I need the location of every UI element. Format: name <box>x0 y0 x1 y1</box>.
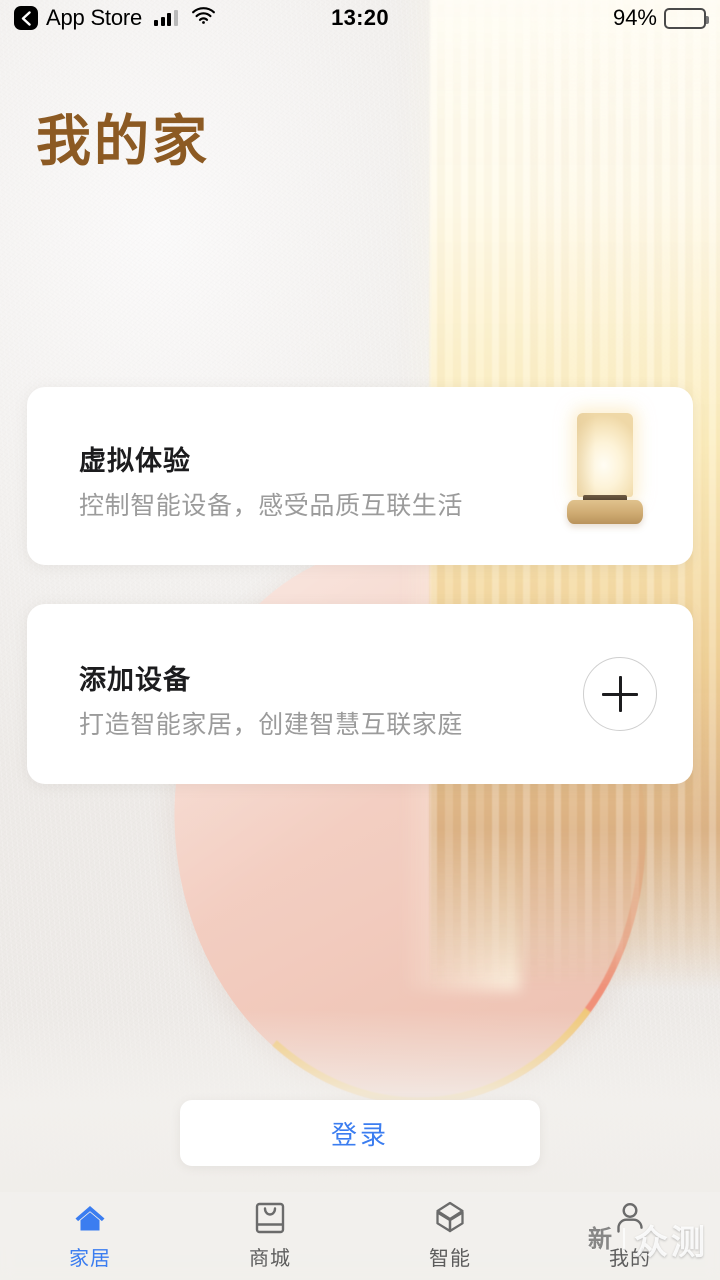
virtual-experience-title: 虚拟体验 <box>79 446 191 476</box>
status-bar-right: 94% <box>612 5 709 31</box>
tab-home[interactable]: 家居 <box>0 1201 180 1271</box>
add-device-subtitle: 打造智能家居，创建智慧互联家庭 <box>79 711 464 740</box>
login-button[interactable]: 登录 <box>180 1100 540 1166</box>
battery-full-icon <box>664 7 709 29</box>
tab-profile-label: 我的 <box>609 1248 651 1270</box>
tab-store-label: 商城 <box>249 1248 291 1270</box>
tab-home-label: 家居 <box>69 1248 111 1270</box>
bottom-tab-bar: 家居 商城 智能 我的 <box>0 1192 720 1280</box>
table-lamp-image <box>559 409 651 527</box>
add-device-title: 添加设备 <box>79 665 191 695</box>
home-icon <box>73 1201 107 1235</box>
cube-icon <box>434 1201 466 1235</box>
add-device-card[interactable]: 添加设备 打造智能家居，创建智慧互联家庭 <box>27 604 693 784</box>
shopping-bag-icon <box>255 1201 285 1235</box>
virtual-experience-card-text: 虚拟体验 控制智能设备，感受品质互联生活 <box>79 445 463 521</box>
status-bar: App Store 13:20 94% <box>0 0 720 36</box>
person-icon <box>615 1201 645 1235</box>
plus-icon[interactable] <box>583 657 657 731</box>
tab-smart-label: 智能 <box>429 1248 471 1270</box>
virtual-experience-card[interactable]: 虚拟体验 控制智能设备，感受品质互联生活 <box>27 387 693 565</box>
page-title: 我的家 <box>36 110 211 172</box>
add-device-card-text: 添加设备 打造智能家居，创建智慧互联家庭 <box>79 664 463 740</box>
tab-smart[interactable]: 智能 <box>360 1201 540 1271</box>
tab-profile[interactable]: 我的 <box>540 1201 720 1271</box>
virtual-experience-subtitle: 控制智能设备，感受品质互联生活 <box>79 492 464 521</box>
battery-percent-label: 94% <box>612 5 657 30</box>
tab-store[interactable]: 商城 <box>180 1201 360 1271</box>
